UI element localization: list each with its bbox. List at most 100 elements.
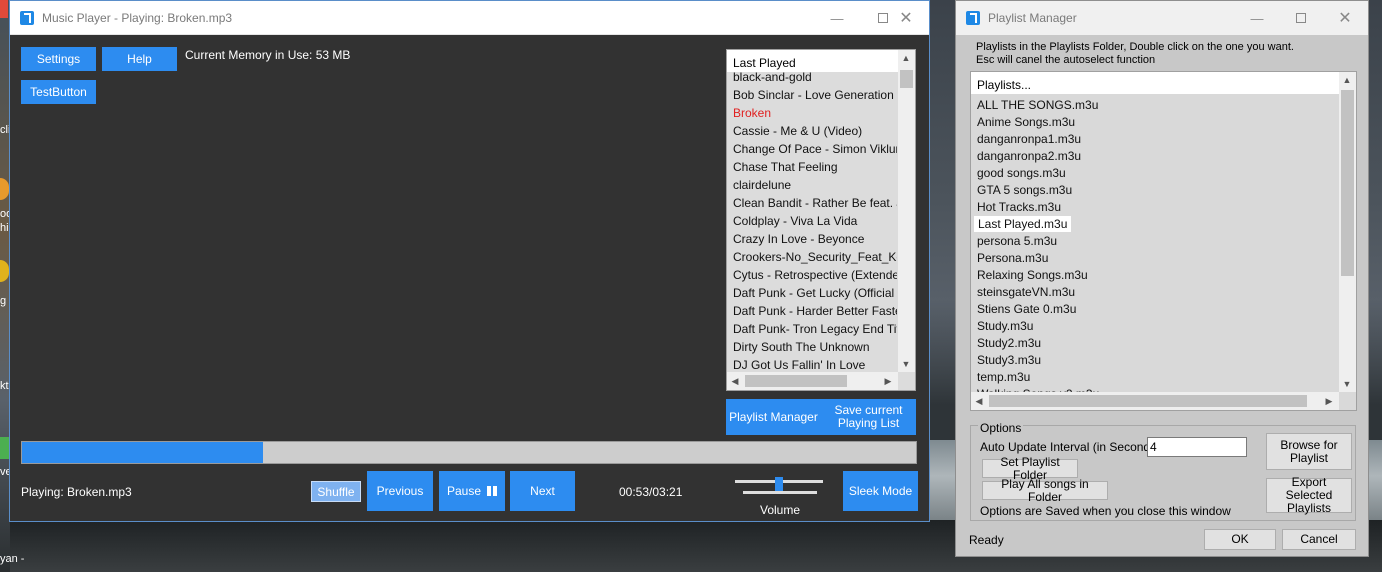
scroll-thumb[interactable] <box>745 375 847 387</box>
playlist-item[interactable]: ALL THE SONGS.m3u <box>977 97 1098 113</box>
playlist-item[interactable]: good songs.m3u <box>977 165 1066 181</box>
sleek-mode-button[interactable]: Sleek Mode <box>843 471 918 511</box>
next-button[interactable]: Next <box>510 471 575 511</box>
song-list-item[interactable]: Clean Bandit - Rather Be feat. Jess <box>733 196 897 210</box>
song-list-item[interactable]: Coldplay - Viva La Vida <box>733 214 897 228</box>
close-icon: ✕ <box>899 10 913 27</box>
playlist-item[interactable]: steinsgateVN.m3u <box>977 284 1075 300</box>
playlists-list[interactable]: Playlists... ALL THE SONGS.m3u Anime Song… <box>970 71 1357 411</box>
volume-tick-line <box>743 491 817 494</box>
settings-button[interactable]: Settings <box>21 47 96 71</box>
scroll-thumb[interactable] <box>1341 90 1354 276</box>
desktop-icon-fragment[interactable] <box>0 0 8 18</box>
desktop-icon-label: g <box>0 295 7 307</box>
playlist-item[interactable]: Study3.m3u <box>977 352 1041 368</box>
options-saved-note: Options are Saved when you close this wi… <box>980 504 1231 518</box>
playlist-item[interactable]: temp.m3u <box>977 369 1030 385</box>
song-list-item[interactable]: Crazy In Love - Beyonce <box>733 232 897 246</box>
time-display: 00:53/03:21 <box>619 485 683 499</box>
song-list-item[interactable]: Crookers-No_Security_Feat_Kelis <box>733 250 897 264</box>
scroll-right-icon[interactable]: ▶ <box>880 373 896 389</box>
scroll-up-icon[interactable]: ▲ <box>898 50 914 66</box>
playlist-item[interactable]: Study2.m3u <box>977 335 1041 351</box>
playlist-item[interactable]: persona 5.m3u <box>977 233 1057 249</box>
playlists-vertical-scrollbar[interactable]: ▲ ▼ <box>1339 72 1356 392</box>
playlist-item[interactable]: GTA 5 songs.m3u <box>977 182 1072 198</box>
music-player-window: Music Player - Playing: Broken.mp3 — ✕ S… <box>9 0 930 522</box>
song-list-item[interactable]: Daft Punk - Harder Better Faster <box>733 304 897 318</box>
previous-button[interactable]: Previous <box>367 471 433 511</box>
song-list-item[interactable]: Bob Sinclar - Love Generation <box>733 88 897 102</box>
playlist-item[interactable]: Anime Songs.m3u <box>977 114 1075 130</box>
playlist-item[interactable]: Study.m3u <box>977 318 1033 334</box>
maximize-icon <box>1296 13 1306 23</box>
playback-progress-bar[interactable] <box>21 441 917 464</box>
scroll-left-icon[interactable]: ◀ <box>727 373 743 389</box>
song-list-item[interactable]: Daft Punk - Get Lucky (Official Aud <box>733 286 897 300</box>
song-list-horizontal-scrollbar[interactable]: ◀ ▶ <box>727 372 898 390</box>
desktop-icon-label: kt <box>0 380 9 392</box>
music-player-titlebar[interactable]: Music Player - Playing: Broken.mp3 — ✕ <box>10 1 929 35</box>
minimize-button[interactable]: — <box>814 1 860 35</box>
scroll-down-icon[interactable]: ▼ <box>898 356 914 372</box>
update-interval-input[interactable] <box>1147 437 1247 457</box>
song-list[interactable]: Last Played black-and-gold Bob Sinclar - … <box>726 49 916 391</box>
song-list-item[interactable]: Chase That Feeling <box>733 160 897 174</box>
scroll-down-icon[interactable]: ▼ <box>1339 376 1355 392</box>
song-list-item[interactable]: Broken <box>733 106 897 120</box>
playlist-item[interactable]: Relaxing Songs.m3u <box>977 267 1088 283</box>
playlist-item[interactable]: danganronpa1.m3u <box>977 131 1081 147</box>
desktop-icon-fragment[interactable] <box>0 437 9 459</box>
pause-label: Pause <box>446 484 482 498</box>
minimize-button[interactable]: — <box>1234 1 1280 35</box>
playlists-horizontal-scrollbar[interactable]: ◀ ▶ <box>971 392 1339 410</box>
playlist-item[interactable]: danganronpa2.m3u <box>977 148 1081 164</box>
test-button[interactable]: TestButton <box>21 80 96 104</box>
close-icon: ✕ <box>1338 10 1352 27</box>
volume-slider[interactable] <box>735 477 823 501</box>
pause-icon <box>487 486 498 496</box>
song-list-item[interactable]: clairdelune <box>733 178 897 192</box>
song-list-item[interactable]: Change Of Pace - Simon Viklund <box>733 142 897 156</box>
instructions-line-1: Playlists in the Playlists Folder, Doubl… <box>976 41 1294 53</box>
help-button[interactable]: Help <box>102 47 177 71</box>
ok-button[interactable]: OK <box>1204 529 1276 550</box>
song-list-item[interactable]: Daft Punk- Tron Legacy End Titles <box>733 322 897 336</box>
close-button[interactable]: ✕ <box>883 1 929 35</box>
now-playing-text: Playing: Broken.mp3 <box>21 485 132 499</box>
playlist-item[interactable]: Stiens Gate 0.m3u <box>977 301 1076 317</box>
music-note-icon <box>20 10 34 25</box>
browse-playlist-button[interactable]: Browse for Playlist <box>1266 433 1352 470</box>
update-interval-label: Auto Update Interval (in Seconds) <box>980 440 1161 454</box>
song-list-item[interactable]: DJ Got Us Fallin' In Love <box>733 358 897 372</box>
scroll-left-icon[interactable]: ◀ <box>971 393 987 409</box>
export-playlists-button[interactable]: Export Selected Playlists <box>1266 476 1352 515</box>
shuffle-toggle[interactable]: Shuffle <box>311 481 361 502</box>
song-list-item[interactable]: Dirty South The Unknown <box>733 340 897 354</box>
close-button[interactable]: ✕ <box>1322 1 1368 35</box>
desktop-icon-label: hi <box>0 222 9 234</box>
playlist-item[interactable]: Persona.m3u <box>977 250 1048 266</box>
playlist-item[interactable]: Last Played.m3u <box>974 216 1072 232</box>
scroll-thumb[interactable] <box>900 70 913 88</box>
play-all-songs-button[interactable]: Play All songs in Folder <box>982 477 1108 503</box>
instructions-line-2: Esc will canel the autoselect function <box>976 54 1156 66</box>
pause-button[interactable]: Pause <box>439 471 505 511</box>
scroll-right-icon[interactable]: ▶ <box>1321 393 1337 409</box>
scroll-up-icon[interactable]: ▲ <box>1339 72 1355 88</box>
song-list-item[interactable]: black-and-gold <box>733 70 897 84</box>
playlist-item[interactable]: Hot Tracks.m3u <box>977 199 1061 215</box>
cancel-button[interactable]: Cancel <box>1282 529 1356 550</box>
save-playing-list-button[interactable]: Save current Playing List <box>821 399 916 435</box>
volume-label: Volume <box>760 503 801 517</box>
playlist-manager-titlebar[interactable]: Playlist Manager — ✕ <box>956 1 1368 35</box>
minimize-icon: — <box>830 10 844 26</box>
playlist-manager-window: Playlist Manager — ✕ Playlists in the Pl… <box>955 0 1369 557</box>
song-list-vertical-scrollbar[interactable]: ▲ ▼ <box>898 50 915 372</box>
scroll-thumb[interactable] <box>989 395 1307 407</box>
song-list-item[interactable]: Cassie - Me & U (Video) <box>733 124 897 138</box>
maximize-button[interactable] <box>1278 1 1324 35</box>
song-list-item[interactable]: Cytus - Retrospective (Extended Ve <box>733 268 897 282</box>
set-playlist-folder-button[interactable]: Set Playlist Folder <box>982 455 1078 481</box>
playlist-manager-button[interactable]: Playlist Manager <box>726 399 821 435</box>
